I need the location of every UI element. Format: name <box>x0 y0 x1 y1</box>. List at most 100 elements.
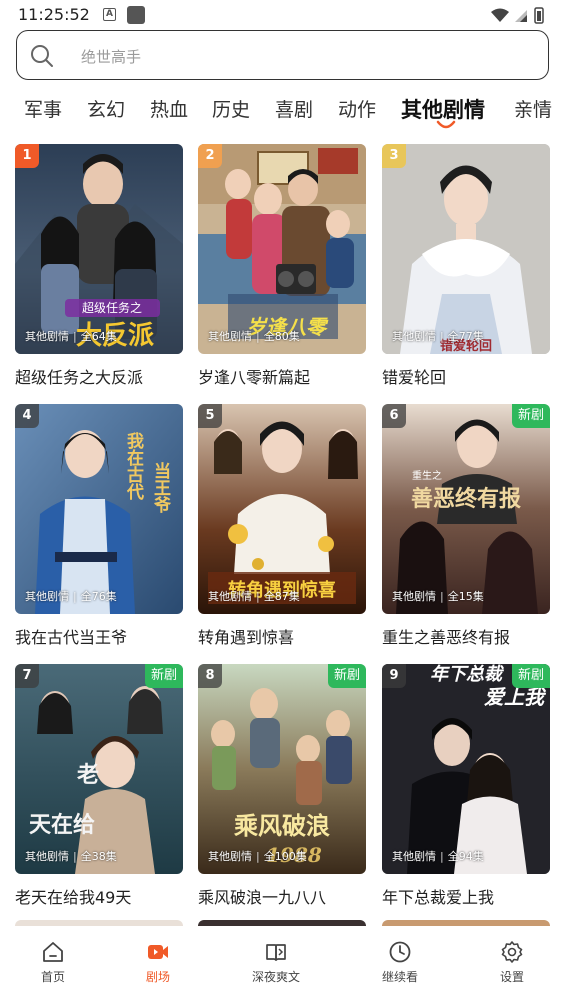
drama-card[interactable]: 转角遇到惊喜 5 其他剧情 | 全87集 转角遇到惊喜 <box>198 404 366 647</box>
new-badge: 新剧 <box>511 664 550 688</box>
drama-title[interactable]: 错爱轮回 <box>382 364 446 388</box>
notification-a-icon: A <box>103 8 116 21</box>
home-icon <box>43 942 63 962</box>
drama-title[interactable]: 年下总裁爱上我 <box>382 884 494 908</box>
poster-image: 我在古代 当王爷 <box>15 404 183 614</box>
notification-app-icon <box>127 6 145 24</box>
poster[interactable]: 老 天在给 7 新剧 其他剧情 | 全38集 <box>15 664 183 874</box>
drama-meta: 其他剧情 | 全87集 <box>208 590 300 603</box>
poster-title-main: 爱上我 <box>484 685 547 709</box>
poster-image: 超级任务之 大反派 <box>15 144 183 354</box>
drama-meta: 其他剧情 | 全77集 <box>392 330 484 343</box>
rank-badge: 5 <box>198 404 222 428</box>
drama-episodes: 全94集 <box>447 850 484 863</box>
drama-title[interactable]: 重生之善恶终有报 <box>382 624 510 648</box>
search-icon <box>31 45 53 67</box>
drama-episodes: 全38集 <box>80 850 117 863</box>
drama-category: 其他剧情 <box>208 590 252 603</box>
poster-title-main: 当王爷 <box>150 461 171 514</box>
drama-category: 其他剧情 <box>25 590 69 603</box>
rank-badge: 7 <box>15 664 39 688</box>
drama-episodes: 全77集 <box>447 330 484 343</box>
tab-family[interactable]: 亲情 <box>514 96 552 130</box>
nav-continue-watching[interactable]: 继续看 <box>360 940 440 996</box>
nav-night-reading[interactable]: 深夜爽文 <box>236 940 316 996</box>
nav-home[interactable]: 首页 <box>13 940 93 996</box>
drama-title[interactable]: 乘风破浪一九八八 <box>198 884 326 908</box>
poster-title-top: 老 <box>76 762 99 788</box>
drama-title[interactable]: 岁逢八零新篇起 <box>198 364 310 388</box>
poster-image: 转角遇到惊喜 <box>198 404 366 614</box>
rank-badge: 1 <box>15 144 39 168</box>
drama-meta: 其他剧情 | 全38集 <box>25 850 117 863</box>
new-badge: 新剧 <box>144 664 183 688</box>
poster[interactable]: 重生之 善恶终有报 6 新剧 其他剧情 | 全15集 <box>382 404 550 614</box>
drama-category: 其他剧情 <box>25 850 69 863</box>
drama-card[interactable]: 错爱轮回 3 其他剧情 | 全77集 错爱轮回 <box>382 144 550 387</box>
poster[interactable]: 错爱轮回 3 其他剧情 | 全77集 <box>382 144 550 354</box>
drama-card[interactable]: 我在古代 当王爷 4 其他剧情 | 全76集 我在古代当王爷 <box>15 404 183 647</box>
poster-image: 错爱轮回 <box>382 144 550 354</box>
drama-meta: 其他剧情 | 全80集 <box>208 330 300 343</box>
drama-card[interactable]: 年下总裁 爱上我 9 新剧 其他剧情 | 全94集 年下总裁爱上我 <box>382 664 550 907</box>
drama-meta: 其他剧情 | 全64集 <box>25 330 117 343</box>
nav-label: 设置 <box>499 970 524 984</box>
drama-category: 其他剧情 <box>208 330 252 343</box>
nav-label: 深夜爽文 <box>251 970 300 984</box>
poster[interactable]: 年下总裁 爱上我 9 新剧 其他剧情 | 全94集 <box>382 664 550 874</box>
nav-label: 继续看 <box>381 970 418 984</box>
tab-history[interactable]: 历史 <box>212 96 250 130</box>
poster-title-main: 善恶终有报 <box>411 486 521 512</box>
poster[interactable]: 超级任务之 大反派 1 其他剧情 | 全64集 <box>15 144 183 354</box>
poster[interactable]: 乘风破浪 1988 8 新剧 其他剧情 | 全100集 <box>198 664 366 874</box>
rank-badge: 9 <box>382 664 406 688</box>
poster-title-main: 天在给 <box>29 812 95 838</box>
active-tab-indicator <box>436 120 456 129</box>
drama-title[interactable]: 老天在给我49天 <box>15 884 131 908</box>
nav-label: 首页 <box>40 970 65 984</box>
drama-card[interactable]: 乘风破浪 1988 8 新剧 其他剧情 | 全100集 乘风破浪一九八八 <box>198 664 366 907</box>
search-placeholder: 绝世高手 <box>81 48 142 66</box>
drama-episodes: 全87集 <box>263 590 300 603</box>
poster-image: 乘风破浪 1988 <box>198 664 366 874</box>
rank-badge: 6 <box>382 404 406 428</box>
drama-category: 其他剧情 <box>392 590 436 603</box>
nav-theater[interactable]: 剧场 <box>118 940 198 996</box>
poster-image: 老 天在给 <box>15 664 183 874</box>
drama-category: 其他剧情 <box>208 850 252 863</box>
drama-episodes: 全80集 <box>263 330 300 343</box>
drama-meta: 其他剧情 | 全94集 <box>392 850 484 863</box>
nav-label: 剧场 <box>145 970 170 984</box>
drama-card[interactable]: 老 天在给 7 新剧 其他剧情 | 全38集 老天在给我49天 <box>15 664 183 907</box>
drama-title[interactable]: 转角遇到惊喜 <box>198 624 294 648</box>
gear-icon <box>501 941 523 963</box>
drama-meta: 其他剧情 | 全100集 <box>208 850 307 863</box>
poster-image: 重生之 善恶终有报 <box>382 404 550 614</box>
drama-title[interactable]: 我在古代当王爷 <box>15 624 127 648</box>
tab-comedy[interactable]: 喜剧 <box>275 96 313 130</box>
drama-card[interactable]: 超级任务之 大反派 1 其他剧情 | 全64集 超级任务之大反派 <box>15 144 183 387</box>
status-bar: 11:25:52 A <box>0 0 565 30</box>
search-input[interactable]: 绝世高手 <box>16 30 549 80</box>
poster-title-top: 年下总裁 <box>430 664 505 685</box>
bottom-nav: 首页 剧场 深夜爽文 继续看 设置 <box>0 926 565 1004</box>
drama-card[interactable]: 重生之 善恶终有报 6 新剧 其他剧情 | 全15集 重生之善恶终有报 <box>382 404 550 647</box>
poster[interactable]: 转角遇到惊喜 5 其他剧情 | 全87集 <box>198 404 366 614</box>
drama-title[interactable]: 超级任务之大反派 <box>15 364 143 388</box>
rank-badge: 3 <box>382 144 406 168</box>
drama-episodes: 全76集 <box>80 590 117 603</box>
nav-settings[interactable]: 设置 <box>472 940 552 996</box>
drama-category: 其他剧情 <box>392 850 436 863</box>
category-tabs: 军事 玄幻 热血 历史 喜剧 动作 其他剧情 亲情 <box>0 96 565 130</box>
tab-fantasy[interactable]: 玄幻 <box>87 96 125 130</box>
poster[interactable]: 岁逢八零 2 其他剧情 | 全80集 <box>198 144 366 354</box>
poster[interactable]: 我在古代 当王爷 4 其他剧情 | 全76集 <box>15 404 183 614</box>
poster-title-main: 乘风破浪 <box>233 811 330 840</box>
drama-meta: 其他剧情 | 全15集 <box>392 590 484 603</box>
tab-passion[interactable]: 热血 <box>150 96 188 130</box>
tab-military[interactable]: 军事 <box>24 96 62 130</box>
new-badge: 新剧 <box>511 404 550 428</box>
drama-card[interactable]: 岁逢八零 2 其他剧情 | 全80集 岁逢八零新篇起 <box>198 144 366 387</box>
tab-action[interactable]: 动作 <box>338 96 376 130</box>
drama-category: 其他剧情 <box>392 330 436 343</box>
